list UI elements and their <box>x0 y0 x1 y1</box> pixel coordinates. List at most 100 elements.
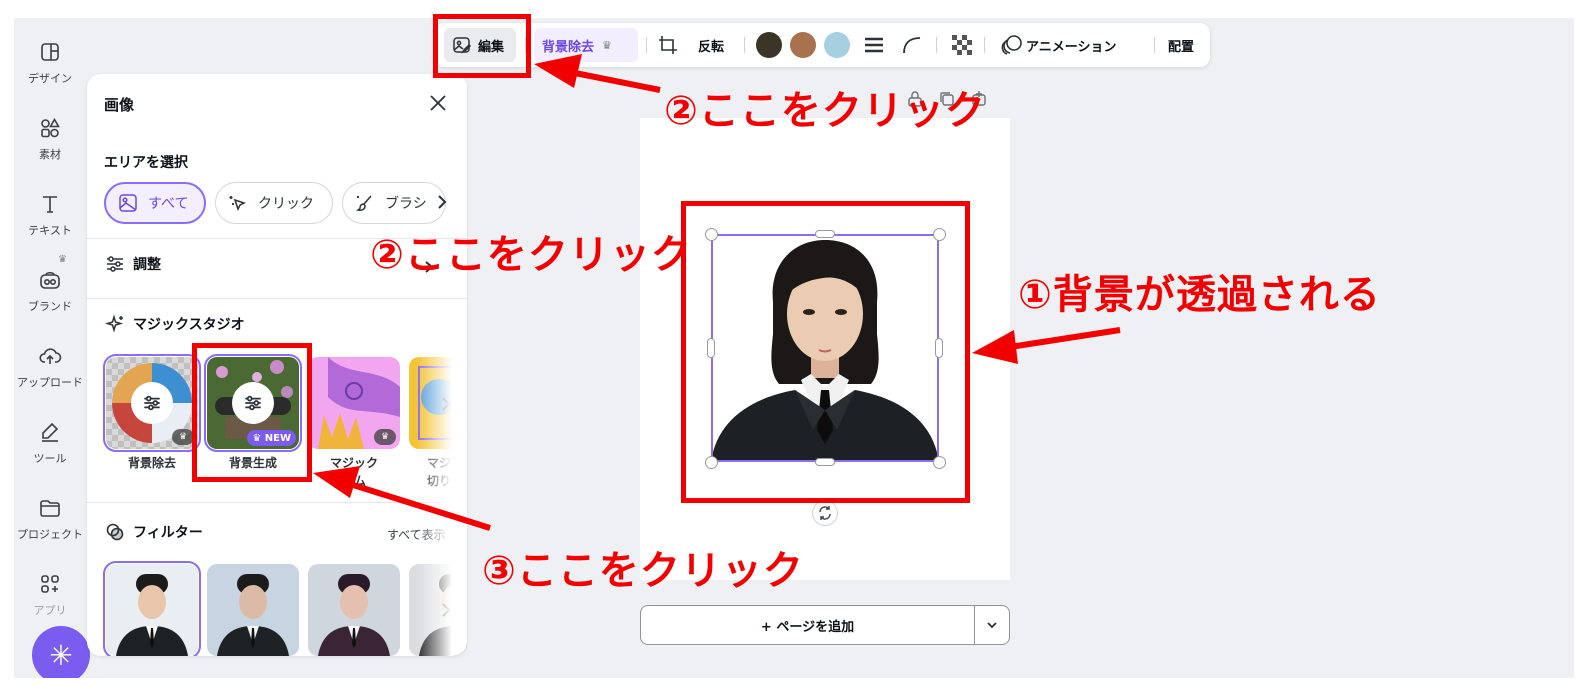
left-rail: デザイン 素材 テキスト ♛ ブランド アップロード ツール プロジェクト アプ… <box>14 18 90 678</box>
tool-tile-bg-remove[interactable]: ♛ <box>103 354 201 452</box>
text-icon <box>43 196 57 213</box>
folder-icon <box>40 500 60 517</box>
rail-label: アプリ <box>33 604 67 617</box>
tile-label-line2: 切り <box>426 474 451 488</box>
add-page-button[interactable]: + ページを追加 <box>640 605 975 645</box>
animation-button[interactable]: アニメーション <box>1026 36 1116 55</box>
animation-icon[interactable] <box>1000 33 1024 57</box>
chip-brush[interactable]: ブラシ <box>342 182 446 224</box>
sparkles-icon <box>105 314 124 333</box>
separator <box>744 37 745 53</box>
magic-assistant-button[interactable]: ✳ <box>32 626 90 678</box>
annotation-box-photo <box>681 201 970 503</box>
tile-label-line2: ゴム <box>341 474 366 488</box>
divider <box>87 298 467 299</box>
portrait-thumbnail <box>308 564 400 656</box>
rotate-icon <box>819 506 831 520</box>
sparkle-icon: ✳ <box>49 638 73 672</box>
chevron-right-icon[interactable] <box>440 396 452 412</box>
pen-icon <box>42 422 59 442</box>
rail-label: プロジェクト <box>17 528 83 541</box>
apps-icon <box>41 575 59 593</box>
sliders-icon <box>144 395 160 411</box>
shapes-icon <box>41 117 60 138</box>
color-swatch[interactable] <box>824 32 850 58</box>
rail-item-text[interactable]: テキスト <box>14 172 86 242</box>
portrait-thumbnail <box>207 564 299 656</box>
panel-title: 画像 <box>104 96 135 114</box>
chip-label: すべて <box>148 196 189 212</box>
rail-item-elements[interactable]: 素材 <box>14 96 86 166</box>
color-swatch[interactable] <box>790 32 816 58</box>
cloud-upload-icon <box>39 348 62 364</box>
annotation-box-edit <box>433 14 531 78</box>
rail-label: アップロード <box>17 376 83 389</box>
rail-label: ツール <box>33 452 67 465</box>
rotate-handle[interactable] <box>812 500 838 526</box>
filter-heading: フィルター <box>105 522 203 542</box>
filter-title: フィルター <box>133 525 203 541</box>
magic-studio-heading: マジックスタジオ <box>105 314 245 334</box>
context-toolbar: 編集 背景除去 ♛ 反転 アニメーション 配置 <box>434 23 1210 67</box>
color-swatch[interactable] <box>756 32 782 58</box>
corner-rounding-icon[interactable] <box>900 33 924 57</box>
add-page-dropdown[interactable] <box>974 605 1010 645</box>
annotation-step1: ①背景が透過される <box>1018 272 1381 318</box>
annotation-step2-mid: ②ここをクリック <box>370 232 692 278</box>
image-icon <box>119 194 137 212</box>
annotation-step2-top: ②ここをクリック <box>664 88 986 134</box>
filter-icon <box>106 523 124 541</box>
portrait-thumbnail <box>106 564 198 656</box>
separator <box>984 37 985 53</box>
adjust-row[interactable]: 調整 <box>105 254 161 274</box>
adjust-button[interactable] <box>131 382 173 424</box>
sparkle-cursor-icon <box>229 196 246 211</box>
area-select-title: エリアを選択 <box>104 155 188 171</box>
adjust-label: 調整 <box>133 257 161 273</box>
rail-item-upload[interactable]: アップロード <box>14 324 86 394</box>
tile-label: 背景除去 <box>127 456 176 470</box>
tool-tile-magic-eraser[interactable]: ♛ <box>308 357 400 449</box>
chevron-down-icon <box>987 622 997 629</box>
brand-icon <box>40 271 60 289</box>
crop-icon[interactable] <box>656 33 680 57</box>
portrait-thumbnail <box>409 564 467 656</box>
close-icon[interactable] <box>427 92 449 114</box>
tile-label: マジ <box>426 456 451 470</box>
rail-item-apps[interactable]: アプリ <box>14 552 86 622</box>
flip-button[interactable]: 反転 <box>698 36 724 55</box>
annotation-step3: ③ここをクリック <box>482 548 804 594</box>
sliders-icon <box>107 256 123 272</box>
separator <box>1154 37 1155 53</box>
magic-studio-title: マジックスタジオ <box>133 317 245 333</box>
tile-thumbnail <box>409 357 467 449</box>
layout-icon <box>41 43 59 61</box>
rail-item-tools[interactable]: ツール <box>14 400 86 470</box>
tool-tile-magic-cut[interactable] <box>409 357 467 449</box>
arrange-button[interactable]: 配置 <box>1168 36 1194 55</box>
chip-click[interactable]: クリック <box>215 182 333 224</box>
bg-remove-button[interactable]: 背景除去 ♛ <box>534 28 638 62</box>
rail-item-brand[interactable]: ♛ ブランド <box>14 248 86 318</box>
chip-all[interactable]: すべて <box>104 182 206 224</box>
rail-label: ブランド <box>28 300 72 313</box>
crown-icon: ♛ <box>602 38 612 52</box>
rail-label: デザイン <box>28 72 72 85</box>
annotation-box-bg-generate <box>192 343 312 482</box>
border-style-icon[interactable] <box>862 33 886 57</box>
filter-thumbnail[interactable] <box>409 564 467 656</box>
filter-thumbnail[interactable] <box>207 564 299 656</box>
chevron-right-icon[interactable] <box>435 192 449 212</box>
see-all-link[interactable]: すべて表示 <box>387 526 446 543</box>
rail-item-design[interactable]: デザイン <box>14 20 86 90</box>
crown-icon: ♛ <box>374 429 396 445</box>
transparency-icon[interactable] <box>950 33 974 57</box>
tile-label: マジック <box>329 456 378 470</box>
chevron-right-icon[interactable] <box>440 602 452 618</box>
filter-thumbnail[interactable] <box>308 564 400 656</box>
divider <box>87 502 467 503</box>
filter-thumbnail[interactable] <box>103 561 201 656</box>
chip-label: ブラシ <box>385 196 427 212</box>
rail-item-projects[interactable]: プロジェクト <box>14 476 86 546</box>
rail-label: 素材 <box>39 148 61 161</box>
